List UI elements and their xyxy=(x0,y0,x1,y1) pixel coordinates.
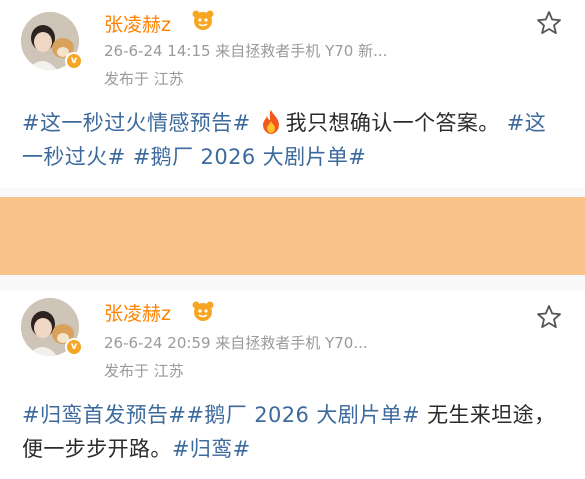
post-meta: 26-6-24 14:15 来自拯救者手机 Y70 新... xyxy=(104,42,388,60)
username[interactable]: 张凌赫z xyxy=(104,299,171,326)
star-icon[interactable] xyxy=(535,303,563,331)
vip-fan-icon xyxy=(192,301,214,321)
post-content: #这一秒过火情感预告# 我只想确认一个答案。 #这一秒过火# #鹅厂 2026 … xyxy=(22,106,567,174)
verified-badge: v xyxy=(65,52,83,70)
weibo-post-1: v 张凌赫z 26-6-24 14:15 来自拯救者手机 Y70 新... 发布… xyxy=(0,0,585,188)
feed-divider xyxy=(0,188,585,290)
post-content: #归鸾首发预告##鹅厂 2026 大剧片单# 无生来坦途，便一步步开路。#归鸾# xyxy=(22,398,567,466)
verified-badge: v xyxy=(65,338,83,356)
post-location: 发布于 江苏 xyxy=(104,70,184,88)
hashtag-link[interactable]: #归鸾首发预告# xyxy=(22,403,186,427)
username[interactable]: 张凌赫z xyxy=(104,10,171,37)
post-location: 发布于 江苏 xyxy=(104,362,184,380)
fire-icon xyxy=(262,110,279,134)
hashtag-link[interactable]: #鹅厂 2026 大剧片单# xyxy=(133,145,367,169)
hashtag-link[interactable]: #归鸾# xyxy=(172,437,251,461)
post-text: 我只想确认一个答案。 xyxy=(285,111,500,135)
hashtag-link[interactable]: #这一秒过火情感预告# xyxy=(22,111,251,135)
hashtag-link[interactable]: #鹅厂 2026 大剧片单# xyxy=(186,403,420,427)
banner-placeholder xyxy=(0,197,585,275)
post-meta: 26-6-24 20:59 来自拯救者手机 Y70... xyxy=(104,334,368,352)
star-icon[interactable] xyxy=(535,9,563,37)
vip-fan-icon xyxy=(192,10,214,30)
weibo-post-2: v 张凌赫z 26-6-24 20:59 来自拯救者手机 Y70... 发布于 … xyxy=(0,290,585,479)
